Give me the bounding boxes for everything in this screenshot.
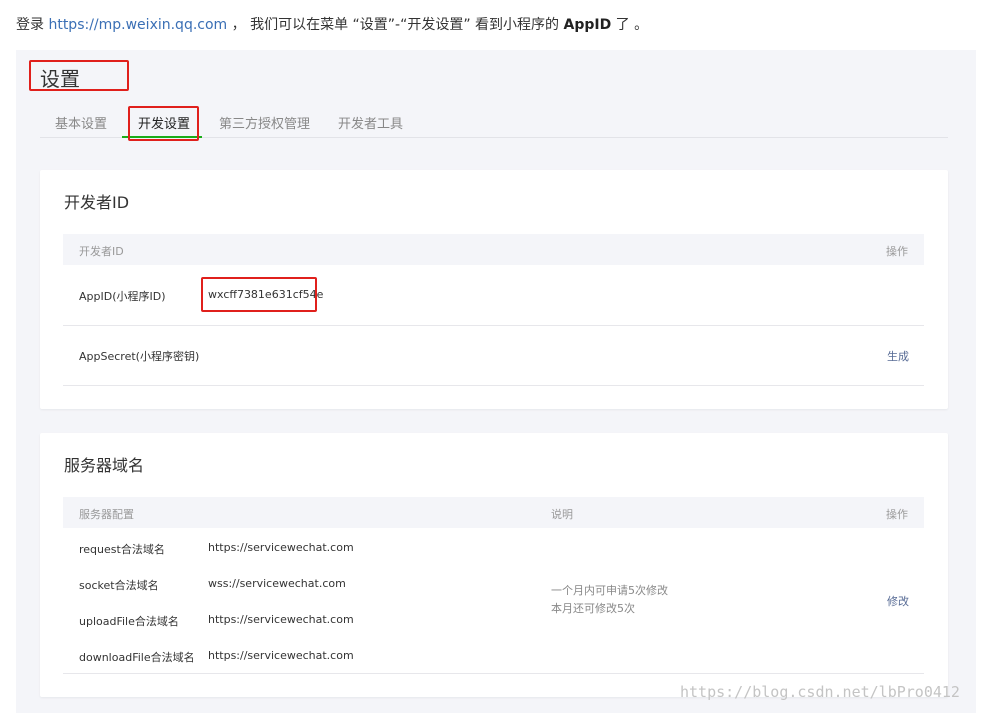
download-domain-value: https://servicewechat.com — [208, 649, 354, 662]
upload-domain-value: https://servicewechat.com — [208, 613, 354, 626]
header-description: 说明 — [551, 508, 573, 521]
request-domain-label: request合法域名 — [79, 543, 165, 556]
appid-highlight-box — [201, 277, 317, 312]
intro-suffix: 了 。 — [611, 17, 649, 33]
upload-domain-label: uploadFile合法域名 — [79, 615, 179, 628]
appsecret-label: AppSecret(小程序密钥) — [79, 350, 200, 363]
server-domain-card: 服务器域名 服务器配置 说明 操作 request合法域名 https://se… — [40, 433, 948, 697]
request-domain-value: https://servicewechat.com — [208, 541, 354, 554]
tab-basic-settings[interactable]: 基本设置 — [55, 113, 107, 132]
modify-limit-line2: 本月还可修改5次 — [551, 602, 635, 615]
socket-domain-value: wss://servicewechat.com — [208, 577, 346, 590]
developer-id-title: 开发者ID — [64, 193, 130, 212]
server-domain-rows: request合法域名 https://servicewechat.com so… — [63, 528, 924, 674]
server-table-header: 服务器配置 说明 操作 — [63, 497, 924, 528]
intro-appid: AppID — [563, 17, 612, 33]
intro-prefix: 登录 — [16, 17, 49, 33]
watermark: https://blog.csdn.net/lbPro0412 — [680, 683, 960, 701]
modify-limit-note: 一个月内可申请5次修改 本月还可修改5次 — [551, 582, 668, 618]
header-developer-id: 开发者ID — [79, 245, 124, 258]
developer-id-table-header: 开发者ID 操作 — [63, 234, 924, 265]
tab-developer-tools[interactable]: 开发者工具 — [338, 113, 403, 132]
header-action: 操作 — [886, 508, 908, 521]
modify-limit-line1: 一个月内可申请5次修改 — [551, 584, 668, 597]
modify-domain-link[interactable]: 修改 — [887, 593, 909, 609]
intro-text: 登录 https://mp.weixin.qq.com ， 我们可以在菜单 “设… — [16, 14, 648, 34]
table-row-appid: AppID(小程序ID) wxcff7381e631cf54e — [63, 265, 924, 326]
table-row-appsecret: AppSecret(小程序密钥) 生成 — [63, 326, 924, 386]
developer-id-card: 开发者ID 开发者ID 操作 AppID(小程序ID) wxcff7381e63… — [40, 170, 948, 409]
intro-link[interactable]: https://mp.weixin.qq.com — [48, 17, 227, 33]
download-domain-label: downloadFile合法域名 — [79, 651, 195, 664]
header-action: 操作 — [886, 245, 908, 258]
tab-highlight-box — [128, 106, 199, 141]
header-server-config: 服务器配置 — [79, 508, 134, 521]
generate-secret-link[interactable]: 生成 — [887, 348, 909, 364]
socket-domain-label: socket合法域名 — [79, 579, 159, 592]
tab-third-party-auth[interactable]: 第三方授权管理 — [219, 113, 310, 132]
title-highlight-box — [29, 60, 129, 91]
appid-label: AppID(小程序ID) — [79, 290, 166, 303]
server-domain-title: 服务器域名 — [64, 456, 145, 475]
intro-middle: ， 我们可以在菜单 “设置”-“开发设置” 看到小程序的 — [227, 17, 564, 33]
